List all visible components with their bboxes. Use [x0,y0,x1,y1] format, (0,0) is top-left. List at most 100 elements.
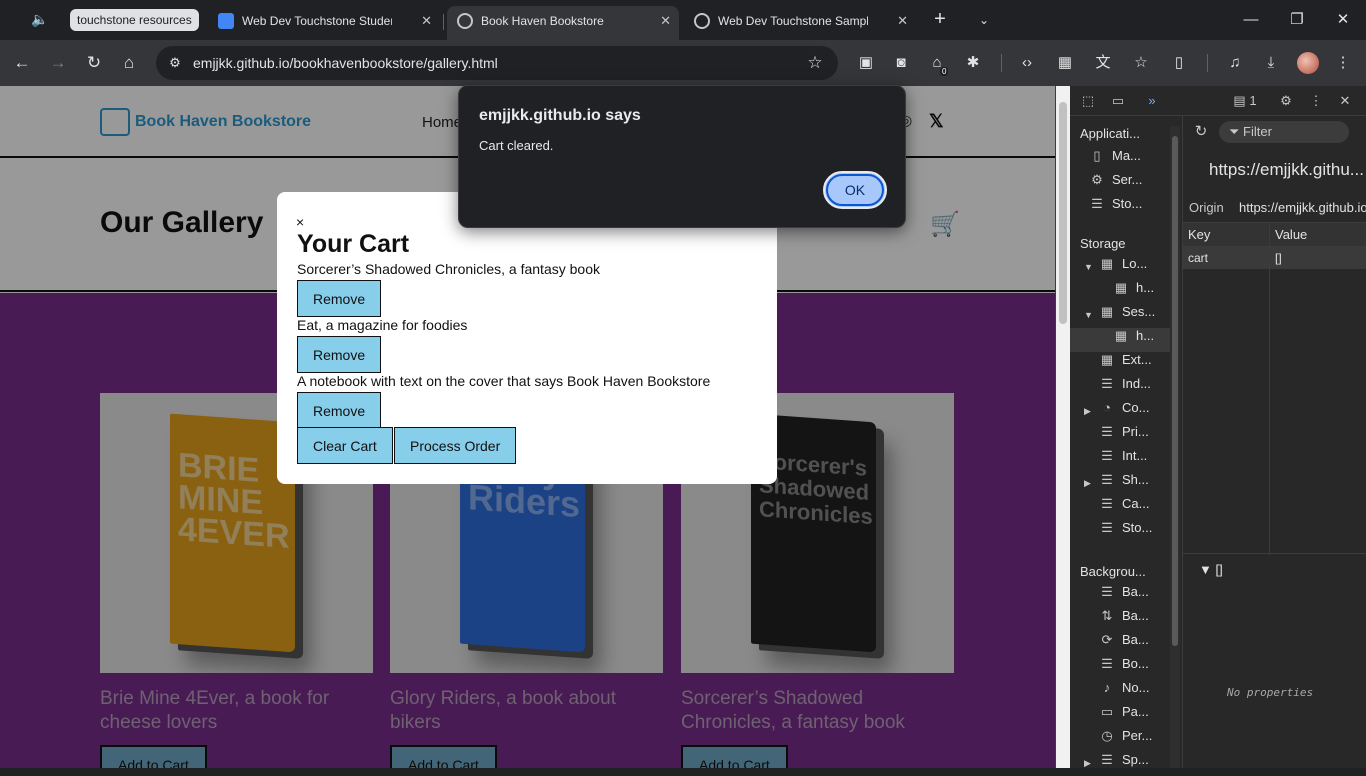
tab-title: Web Dev Touchstone Student Te [242,14,392,28]
sidebar-item-periodic-sync[interactable]: ◷ Per... [1096,728,1172,752]
close-devtools-icon[interactable]: ✕ [1335,92,1355,110]
qr-code-icon[interactable]: ▦ [1054,52,1076,74]
back-icon[interactable]: ← [10,51,34,75]
sidebar-item-payment-handler[interactable]: ▭ Pa... [1096,704,1172,728]
sync-icon: ⟳ [1101,632,1113,647]
database-icon: ☰ [1101,424,1113,439]
menu-kebab-icon[interactable]: ⋮ [1332,52,1354,74]
preview-value: [] [1215,562,1223,577]
sidebar-item-service-workers[interactable]: ⚙ Ser... [1086,172,1172,196]
media-controls-icon[interactable]: ♫ [1224,52,1246,74]
devtools-menu-icon[interactable]: ⋮ [1306,92,1326,110]
extension-icon[interactable]: ◙ [890,52,912,74]
minimize-icon[interactable]: — [1228,6,1274,34]
column-divider[interactable] [1269,223,1270,555]
close-tab-icon[interactable]: ✕ [421,6,432,36]
remove-item-button[interactable]: Remove [297,392,382,429]
remove-item-button[interactable]: Remove [297,280,382,317]
expanded-triangle-icon[interactable]: ▼ [1084,310,1093,320]
expanded-triangle-icon[interactable]: ▼ [1199,562,1212,577]
storage-viewer: ↻ ⏷ Filter https://emjjkk.githu... Origi… [1182,116,1366,768]
sidebar-item-speculative-loads[interactable]: ☰ Sp... [1096,752,1172,776]
inspect-element-icon[interactable]: ⬚ [1078,92,1098,110]
application-section-header: Applicati... [1080,126,1140,141]
sidebar-item-storage-buckets[interactable]: ☰ Sto... [1096,520,1172,544]
new-tab-icon[interactable]: + [928,8,952,32]
sidebar-item-bounce-tracking[interactable]: ☰ Bo... [1096,656,1172,680]
sidebar-item-label: Sp... [1122,752,1149,767]
reload-icon[interactable]: ↻ [82,51,106,75]
cart-modal: × Your Cart Sorcerer’s Shadowed Chronicl… [277,192,777,484]
sidebar-item-back-forward-cache[interactable]: ☰ Ba... [1096,584,1172,608]
sidebar-item-local-storage[interactable]: ▦ Lo... [1096,256,1172,280]
sidebar-item-storage[interactable]: ☰ Sto... [1086,196,1172,220]
sidebar-item-cache-storage[interactable]: ☰ Ca... [1096,496,1172,520]
column-header-value[interactable]: Value [1270,223,1366,247]
sidebar-item-session-origin[interactable]: ▦ h... [1070,328,1172,352]
gears-icon: ⚙ [1091,172,1103,187]
url-text[interactable]: emjjkk.github.io/bookhavenbookstore/gall… [193,46,498,80]
reading-mode-icon[interactable]: ▯ [1168,52,1190,74]
sidebar-item-session-storage[interactable]: ▦ Ses... [1096,304,1172,328]
close-tab-icon[interactable]: ✕ [660,6,671,36]
site-info-icon[interactable]: ⚙ [164,52,186,74]
collapsed-triangle-icon[interactable]: ▶ [1084,478,1091,489]
favorites-icon[interactable]: ☆ [1130,52,1152,74]
restore-icon[interactable]: ❐ [1274,6,1320,34]
download-icon[interactable]: ⤓ [1260,52,1282,74]
remove-item-button[interactable]: Remove [297,336,382,373]
address-bar[interactable]: ⚙ emjjkk.github.io/bookhavenbookstore/ga… [156,46,838,80]
device-toolbar-icon[interactable]: ▭ [1108,92,1128,110]
sidebar-item-interest-groups[interactable]: ☰ Int... [1096,448,1172,472]
sidebar-item-extension-storage[interactable]: ▦ Ext... [1096,352,1172,376]
expanded-triangle-icon[interactable]: ▼ [1084,262,1093,272]
tab-student-template[interactable]: Web Dev Touchstone Student Te ✕ [208,6,440,36]
collapsed-triangle-icon[interactable]: ▶ [1084,758,1091,769]
tab-sample-submission[interactable]: Web Dev Touchstone Sample Su ✕ [684,6,916,36]
settings-gear-icon[interactable]: ⚙ [1276,92,1296,110]
sidebar-item-background-fetch[interactable]: ⇅ Ba... [1096,608,1172,632]
card-icon: ▭ [1100,704,1114,719]
sidebar-item-background-sync[interactable]: ⟳ Ba... [1096,632,1172,656]
chevron-down-icon[interactable]: ⌄ [972,8,996,32]
close-tab-icon[interactable]: ✕ [897,6,908,36]
sidebar-item-label: Ind... [1122,376,1151,391]
profile-avatar[interactable] [1297,52,1319,74]
puzzle-icon[interactable]: ✱ [962,52,984,74]
document-icon: ▯ [1093,148,1101,163]
table-cell-value[interactable]: [] [1270,247,1366,269]
more-tabs-icon[interactable]: » [1142,92,1162,110]
value-preview[interactable]: ▼ [] [1199,562,1223,577]
speaker-icon[interactable]: 🔈 [30,11,50,29]
code-icon[interactable]: ‹› [1016,52,1038,74]
clear-cart-button[interactable]: Clear Cart [297,427,393,464]
ok-button[interactable]: OK [823,171,887,209]
sidebar-item-indexeddb[interactable]: ☰ Ind... [1096,376,1172,400]
tab-group-chip[interactable]: touchstone resources [70,9,199,31]
filter-input[interactable]: ⏷ Filter [1219,121,1349,143]
bookmark-star-icon[interactable]: ☆ [804,52,826,74]
collapsed-triangle-icon[interactable]: ▶ [1084,406,1091,417]
sidebar-item-manifest[interactable]: ▯ Ma... [1086,148,1172,172]
sidebar-item-private-state-tokens[interactable]: ☰ Pri... [1096,424,1172,448]
refresh-icon[interactable]: ↻ [1191,122,1211,142]
close-window-icon[interactable]: ✕ [1320,6,1366,34]
sidebar-item-cookies[interactable]: ◔ Co... [1096,400,1172,424]
messages-icon[interactable]: ▤ 1 [1228,92,1262,110]
close-icon[interactable]: × [296,214,304,230]
table-cell-key[interactable]: cart [1183,247,1269,269]
scrollbar-thumb[interactable] [1059,102,1067,324]
process-order-button[interactable]: Process Order [394,427,517,464]
sidebar-scrollbar[interactable] [1170,126,1180,768]
sidebar-item-local-origin[interactable]: ▦ h... [1110,280,1172,304]
sidebar-item-notifications[interactable]: ♪ No... [1096,680,1172,704]
column-header-key[interactable]: Key [1183,223,1269,247]
extension-icon[interactable]: ▣ [855,52,877,74]
sidebar-item-shared-storage[interactable]: ☰ Sh... [1096,472,1172,496]
scrollbar-thumb[interactable] [1172,136,1178,646]
home-icon[interactable]: ⌂ [117,51,141,75]
tab-book-haven[interactable]: Book Haven Bookstore ✕ [447,6,679,40]
translate-icon[interactable]: 文 [1092,52,1114,74]
forward-icon[interactable]: → [46,51,70,75]
page-scrollbar[interactable] [1056,86,1070,768]
